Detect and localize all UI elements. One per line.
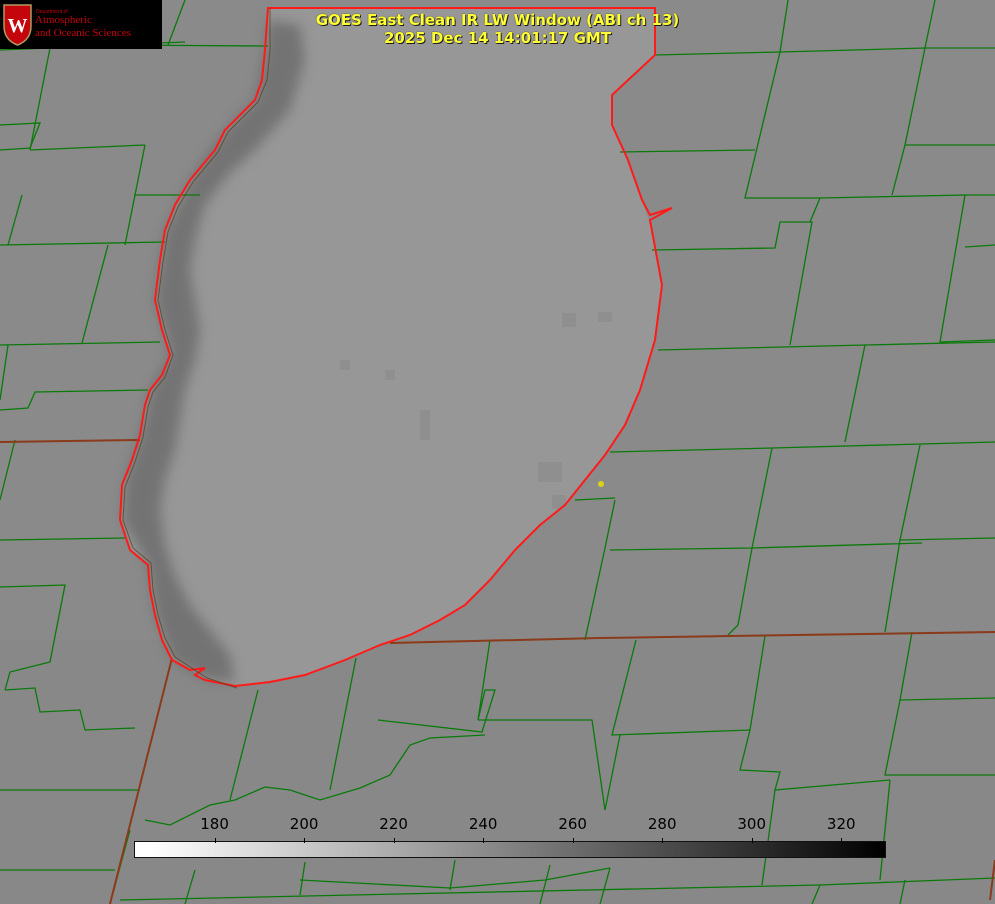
colorbar-tick-mark bbox=[841, 838, 843, 843]
colorbar-tick-label: 180 bbox=[200, 815, 229, 833]
temperature-colorbar bbox=[134, 841, 886, 858]
colorbar-tick-label: 260 bbox=[558, 815, 587, 833]
colorbar-tick-mark bbox=[214, 838, 216, 843]
colorbar-tick-mark bbox=[572, 838, 574, 843]
colorbar-tick-mark bbox=[304, 838, 306, 843]
colorbar-tick-label: 220 bbox=[379, 815, 408, 833]
colorbar-tick-label: 200 bbox=[289, 815, 319, 833]
colorbar-tick-label: 240 bbox=[468, 815, 498, 833]
colorbar-tick-mark bbox=[393, 838, 395, 843]
product-title: GOES East Clean IR LW Window (ABI ch 13) bbox=[315, 11, 680, 29]
colorbar-tick-mark bbox=[483, 838, 485, 843]
city-marker bbox=[598, 481, 604, 487]
product-timestamp: 2025 Dec 14 14:01:17 GMT bbox=[383, 29, 612, 47]
colorbar-tick-label: 320 bbox=[826, 815, 856, 833]
satellite-image-viewer: W Department of Atmospheric and Oceanic … bbox=[0, 0, 995, 904]
colorbar-tick-mark bbox=[662, 838, 664, 843]
colorbar-tick-mark bbox=[751, 838, 753, 843]
colorbar-tick-label: 280 bbox=[647, 815, 677, 833]
satellite-map[interactable] bbox=[0, 0, 995, 904]
land-shading bbox=[0, 640, 995, 904]
colorbar-tick-label: 300 bbox=[737, 815, 767, 833]
